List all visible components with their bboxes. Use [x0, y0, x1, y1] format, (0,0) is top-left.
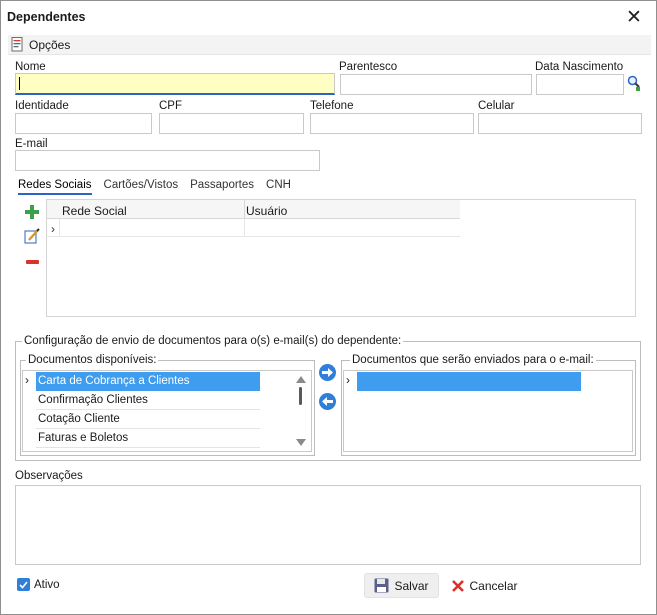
edit-social-button[interactable] — [23, 227, 41, 245]
grid-header: Rede Social Usuário — [47, 200, 460, 219]
scrollbar-thumb[interactable] — [299, 387, 302, 405]
nome-input[interactable] — [15, 73, 335, 95]
available-docs-legend: Documentos disponíveis: — [28, 354, 157, 366]
column-header-usuario[interactable]: Usuário — [246, 204, 287, 218]
column-header-rede-social[interactable]: Rede Social — [62, 204, 127, 218]
move-right-button[interactable] — [319, 364, 336, 381]
parentesco-input[interactable] — [340, 74, 532, 95]
plus-icon — [25, 205, 39, 219]
nome-label: Nome — [15, 61, 46, 73]
celular-label: Celular — [478, 100, 515, 112]
minus-icon — [25, 260, 39, 264]
email-input[interactable] — [15, 150, 320, 171]
list-item[interactable]: Faturas e Boletos — [36, 429, 260, 448]
move-left-button[interactable] — [319, 393, 336, 410]
observacoes-label: Observações — [15, 470, 83, 482]
data-nascimento-label: Data Nascimento — [535, 61, 624, 73]
close-button[interactable]: ✕ — [619, 3, 649, 31]
close-icon: ✕ — [626, 6, 642, 28]
list-item[interactable]: Cotação Cliente — [36, 410, 260, 429]
scroll-down-icon[interactable] — [296, 439, 306, 446]
ativo-label[interactable]: Ativo — [34, 579, 60, 591]
data-nascimento-input[interactable] — [536, 74, 624, 95]
email-config-legend: Configuração de envio de documentos para… — [24, 335, 402, 347]
tab-redes-sociais[interactable]: Redes Sociais — [18, 179, 92, 195]
email-label: E-mail — [15, 138, 48, 150]
scrollbar[interactable] — [294, 373, 308, 449]
send-docs-legend: Documentos que serão enviados para o e-m… — [352, 354, 594, 366]
telefone-input[interactable] — [310, 113, 474, 134]
social-networks-grid[interactable]: Rede Social Usuário › — [46, 199, 636, 317]
cancel-button[interactable]: Cancelar — [445, 573, 525, 598]
options-menu-button[interactable]: Opções — [11, 37, 70, 52]
toolbar: Opções — [8, 35, 651, 55]
options-label: Opções — [29, 37, 71, 52]
add-social-button[interactable] — [23, 203, 41, 221]
table-row[interactable]: › — [47, 219, 460, 237]
text-caret — [19, 77, 20, 90]
remove-social-button[interactable] — [23, 253, 41, 271]
available-docs-list[interactable]: › Carta de Cobrança a Clientes Confirmaç… — [22, 370, 312, 452]
telefone-label: Telefone — [310, 100, 354, 112]
row-pointer-icon: › — [346, 373, 350, 387]
observacoes-textarea[interactable] — [15, 485, 641, 565]
parentesco-label: Parentesco — [339, 61, 398, 73]
cancel-label: Cancelar — [469, 578, 518, 593]
row-pointer-icon: › — [51, 222, 55, 236]
save-label: Salvar — [394, 578, 429, 593]
window-title: Dependentes — [7, 10, 86, 24]
scroll-up-icon[interactable] — [296, 376, 306, 383]
tab-passaportes[interactable]: Passaportes — [190, 179, 254, 195]
cpf-label: CPF — [159, 100, 182, 112]
document-options-icon — [11, 37, 23, 52]
row-pointer-icon: › — [25, 373, 29, 387]
save-button[interactable]: Salvar — [364, 573, 439, 598]
identidade-label: Identidade — [15, 100, 69, 112]
red-x-icon — [452, 579, 465, 592]
check-icon — [19, 580, 28, 589]
tab-strip: Redes Sociais Cartões/Vistos Passaportes… — [18, 179, 303, 195]
tab-cartoes-vistos[interactable]: Cartões/Vistos — [104, 179, 179, 195]
dependentes-dialog: Dependentes ✕ Opções Nome Parentesco Dat… — [0, 0, 657, 615]
list-item[interactable] — [357, 372, 581, 391]
tab-cnh[interactable]: CNH — [266, 179, 291, 195]
lookup-magnifier-icon[interactable] — [627, 75, 642, 92]
floppy-disk-icon — [374, 578, 389, 593]
celular-input[interactable] — [478, 113, 642, 134]
cpf-input[interactable] — [159, 113, 304, 134]
arrow-left-icon — [322, 397, 333, 406]
send-docs-list[interactable]: › — [343, 370, 633, 452]
identidade-input[interactable] — [15, 113, 152, 134]
list-item[interactable]: Confirmação Clientes — [36, 391, 260, 410]
ativo-checkbox[interactable] — [17, 578, 30, 591]
edit-icon — [24, 228, 40, 244]
arrow-right-icon — [322, 368, 333, 377]
list-item[interactable]: Carta de Cobrança a Clientes — [36, 372, 260, 391]
